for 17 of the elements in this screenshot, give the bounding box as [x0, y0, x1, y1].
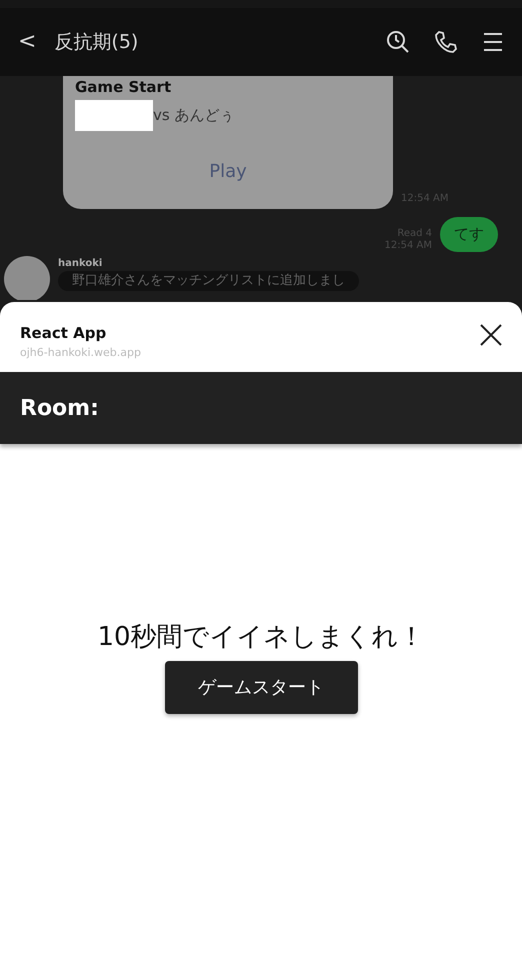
sender-name: hankoki	[58, 256, 104, 270]
back-button[interactable]: <	[18, 26, 36, 58]
page-url: ojh6-hankoki.web.app	[20, 344, 142, 360]
menu-icon[interactable]	[482, 32, 504, 52]
card-title: Game Start	[75, 78, 172, 96]
close-icon[interactable]	[480, 324, 502, 346]
room-label: Room:	[0, 372, 522, 444]
avatar	[4, 256, 50, 300]
search-icon[interactable]	[386, 30, 410, 54]
sent-message: てす	[440, 217, 498, 252]
received-message: 野口雄介さんをマッチングリストに追加しまし	[58, 270, 359, 290]
page-title: React App	[20, 323, 108, 344]
versus-text: vs あんどぅ	[153, 105, 234, 126]
chat-title: 反抗期(5)	[54, 30, 140, 55]
phone-icon[interactable]	[434, 30, 458, 54]
start-button[interactable]: ゲームスタート	[164, 661, 358, 714]
headline: 10秒間でイイネしまくれ！	[97, 621, 425, 654]
